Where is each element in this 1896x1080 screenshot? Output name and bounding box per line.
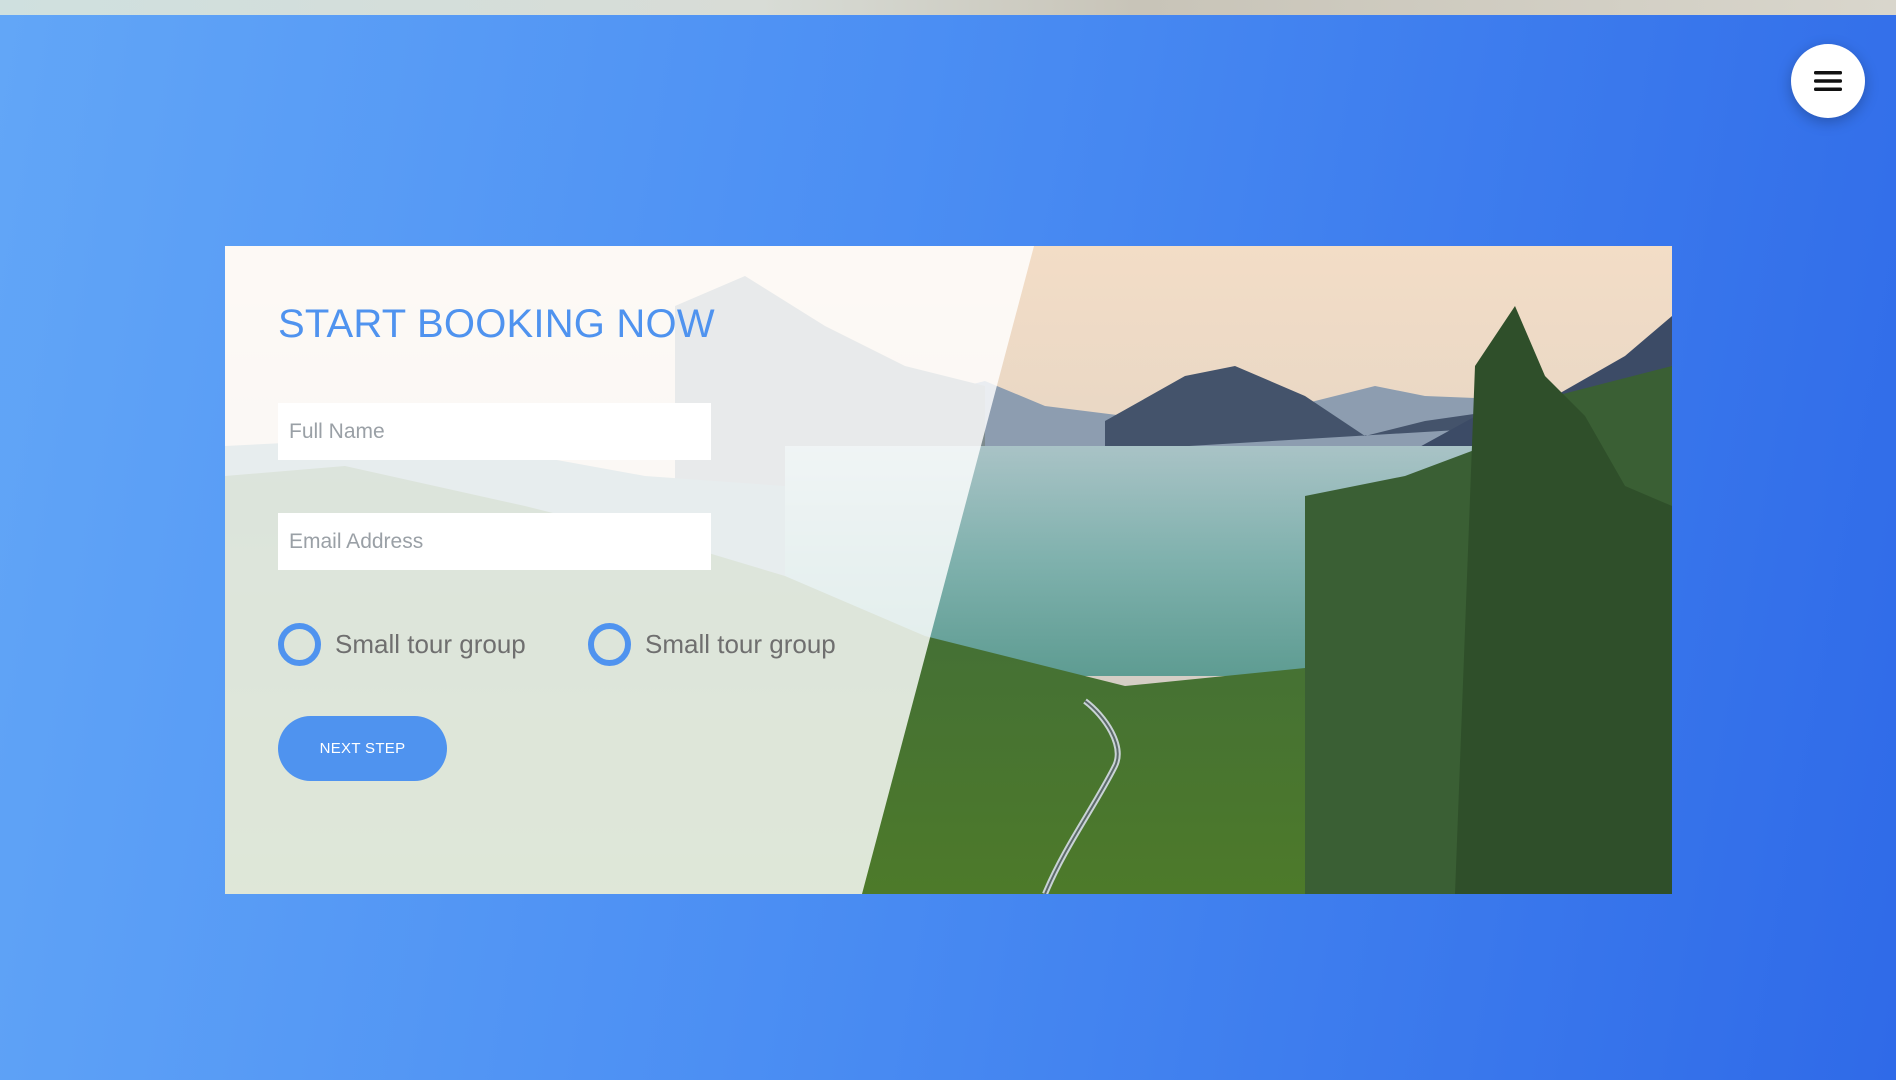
menu-button[interactable] xyxy=(1791,44,1865,118)
booking-title: START BOOKING NOW xyxy=(278,302,715,346)
email-input[interactable] xyxy=(278,513,711,570)
radio-option-small-tour-group-2[interactable]: Small tour group xyxy=(588,622,836,666)
top-banner-strip xyxy=(0,0,1896,15)
radio-option-label: Small tour group xyxy=(335,628,526,659)
booking-card: START BOOKING NOW Small tour group Small… xyxy=(225,246,1672,894)
radio-circle-icon xyxy=(278,622,321,666)
radio-circle-icon xyxy=(588,622,631,666)
next-step-button[interactable]: NEXT STEP xyxy=(278,716,447,781)
radio-option-label: Small tour group xyxy=(645,628,836,659)
radio-option-small-tour-group[interactable]: Small tour group xyxy=(278,622,526,666)
full-name-input[interactable] xyxy=(278,403,711,460)
hamburger-menu-icon xyxy=(1814,71,1842,91)
